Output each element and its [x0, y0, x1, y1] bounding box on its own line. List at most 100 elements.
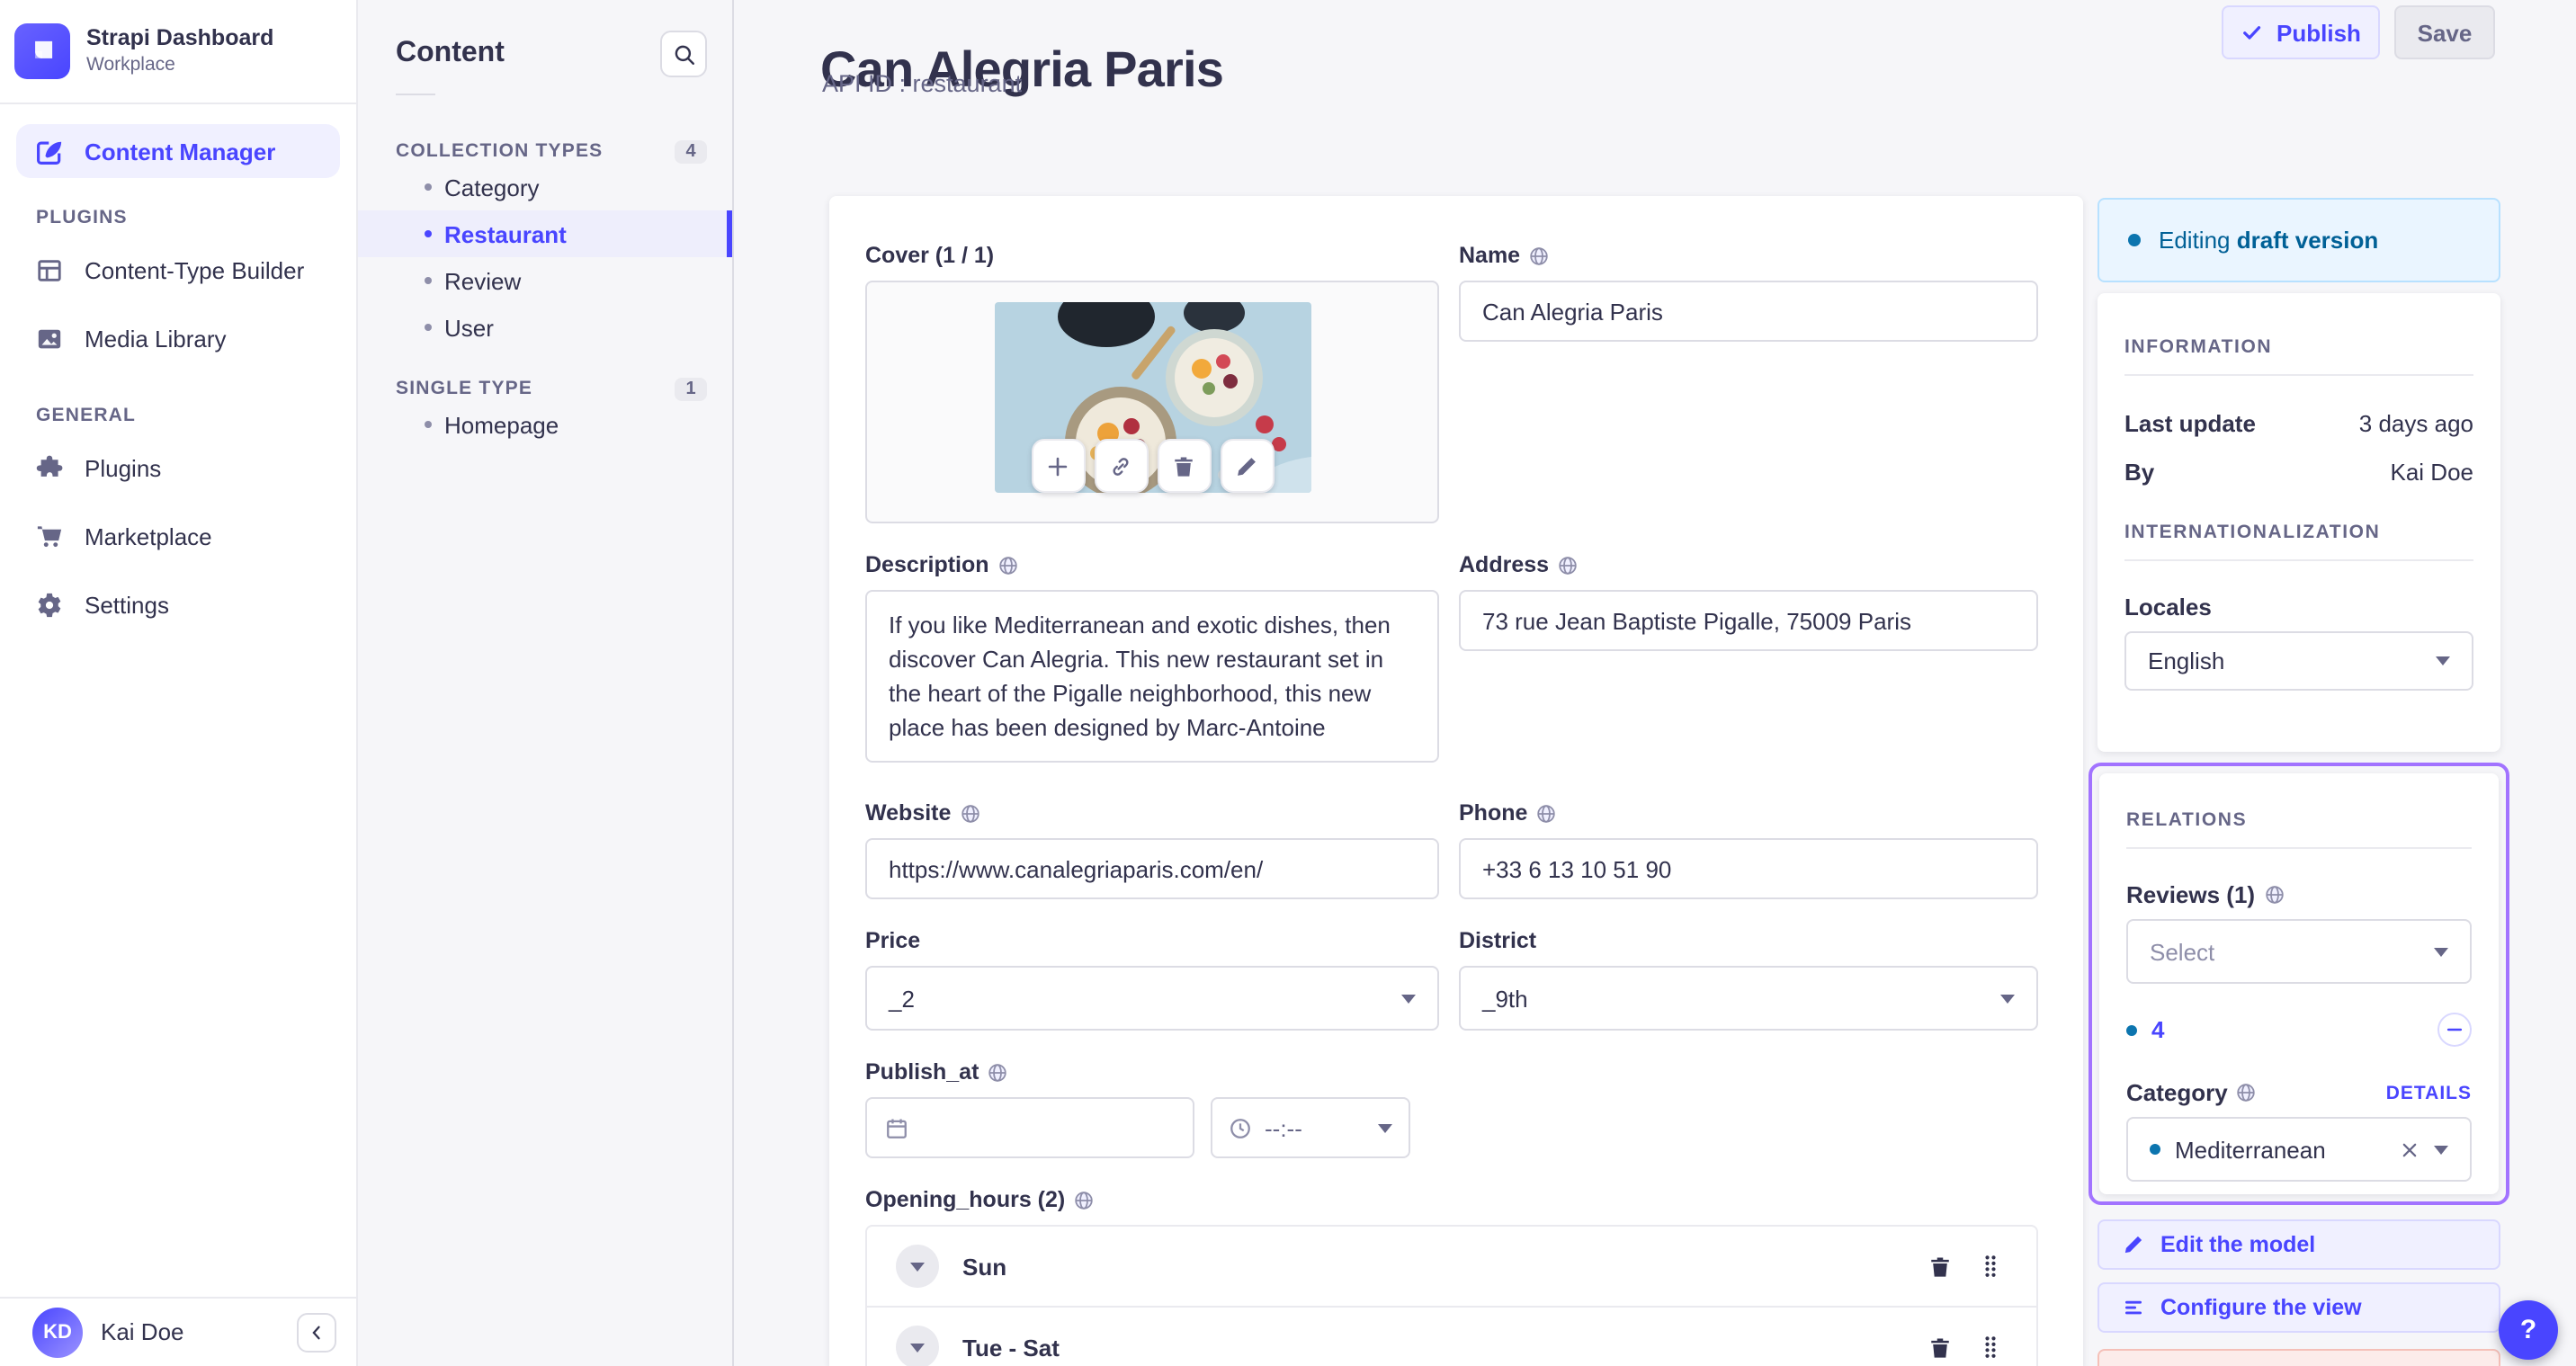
- globe-icon: [2237, 1083, 2257, 1103]
- publish-label: Publish: [2276, 19, 2361, 46]
- relations-card: RELATIONS Reviews (1) Select 4 Category …: [2099, 773, 2499, 1194]
- drag-handle-icon[interactable]: [1982, 1335, 1999, 1360]
- cover-actions: [1031, 439, 1274, 493]
- delete-row-button[interactable]: [1928, 1335, 1952, 1359]
- save-label: Save: [2417, 19, 2473, 46]
- status-prefix: Editing: [2159, 227, 2231, 254]
- subnav-item-label: Homepage: [444, 411, 559, 438]
- expand-row-button[interactable]: [896, 1245, 939, 1288]
- description-textarea[interactable]: If you like Mediterranean and exotic dis…: [865, 590, 1439, 763]
- workspace-name: Workplace: [86, 54, 175, 76]
- globe-icon: [1536, 803, 1556, 823]
- sidebar-item-marketplace[interactable]: Marketplace: [16, 509, 340, 563]
- workspace-switcher[interactable]: Strapi Dashboard Workplace: [0, 0, 356, 104]
- subnav-item-homepage[interactable]: Homepage: [358, 401, 732, 448]
- strapi-logo-icon: [14, 23, 70, 79]
- subnav-title: Content: [396, 38, 505, 68]
- globe-icon: [1074, 1190, 1094, 1210]
- opening-hours-row-tue-sat[interactable]: Tue - Sat: [867, 1306, 2036, 1366]
- district-label: District: [1459, 928, 1537, 953]
- subnav-item-label: Review: [444, 267, 522, 294]
- publish-button[interactable]: Publish: [2222, 5, 2380, 59]
- cart-icon: [36, 522, 63, 549]
- cover-field: Cover (1 / 1): [865, 243, 1439, 523]
- copy-link-button[interactable]: [1094, 439, 1148, 493]
- publish-at-date-input[interactable]: [865, 1097, 1194, 1158]
- price-label: Price: [865, 928, 921, 953]
- help-button[interactable]: ?: [2499, 1300, 2558, 1360]
- address-input[interactable]: [1459, 590, 2038, 651]
- publish-at-time-input[interactable]: --:--: [1211, 1097, 1410, 1158]
- publish-at-label: Publish_at: [865, 1059, 979, 1085]
- description-field: Description If you like Mediterranean an…: [865, 552, 1439, 772]
- category-select[interactable]: Mediterranean: [2126, 1117, 2472, 1182]
- subnav-item-category[interactable]: Category: [358, 164, 732, 210]
- configure-view-label: Configure the view: [2160, 1295, 2362, 1320]
- sidebar-item-content-manager[interactable]: Content Manager: [16, 124, 340, 178]
- edit-media-button[interactable]: [1220, 439, 1274, 493]
- website-input[interactable]: [865, 838, 1439, 899]
- sidebar-item-label: Content Manager: [85, 138, 276, 165]
- collection-types-heading: COLLECTION TYPES: [396, 140, 604, 162]
- pencil-icon: [1235, 454, 1258, 478]
- relations-highlight-outline: RELATIONS Reviews (1) Select 4 Category …: [2089, 763, 2509, 1205]
- collection-types-list: Category Restaurant Review User: [358, 164, 732, 351]
- sidebar-item-settings[interactable]: Settings: [16, 577, 340, 631]
- avatar[interactable]: KD: [32, 1307, 83, 1358]
- collapse-sidebar-button[interactable]: [297, 1312, 336, 1353]
- name-label: Name: [1459, 243, 1521, 268]
- district-select[interactable]: _9th: [1459, 966, 2038, 1031]
- remove-relation-button[interactable]: [2437, 1013, 2472, 1047]
- category-label: Category: [2126, 1079, 2228, 1106]
- globe-icon: [998, 555, 1018, 575]
- search-button[interactable]: [660, 31, 707, 77]
- calendar-icon: [885, 1116, 908, 1139]
- category-value: Mediterranean: [2175, 1136, 2326, 1163]
- subnav-item-user[interactable]: User: [358, 304, 732, 351]
- price-select[interactable]: _2: [865, 966, 1439, 1031]
- drag-handle-icon[interactable]: [1982, 1254, 1999, 1279]
- save-button[interactable]: Save: [2394, 5, 2495, 59]
- sidebar-item-label: Content-Type Builder: [85, 256, 305, 283]
- phone-input[interactable]: [1459, 838, 2038, 899]
- subnav-item-restaurant[interactable]: Restaurant: [358, 210, 732, 257]
- opening-hours-row-sun[interactable]: Sun: [867, 1227, 2036, 1306]
- edit-model-button[interactable]: Edit the model: [2097, 1219, 2500, 1270]
- name-input[interactable]: [1459, 281, 2038, 342]
- edit-model-label: Edit the model: [2160, 1232, 2316, 1257]
- chevron-down-icon: [910, 1262, 925, 1271]
- sidebar-item-content-type-builder[interactable]: Content-Type Builder: [16, 243, 340, 297]
- sidebar-item-media-library[interactable]: Media Library: [16, 311, 340, 365]
- single-type-count-badge: 1: [675, 377, 707, 400]
- time-placeholder: --:--: [1265, 1114, 1302, 1141]
- review-relation-link[interactable]: 4: [2151, 1016, 2164, 1043]
- subnav-item-review[interactable]: Review: [358, 257, 732, 304]
- sidebar-section-general: GENERAL: [36, 405, 137, 426]
- globe-icon: [960, 803, 979, 823]
- list-settings-icon: [2123, 1297, 2144, 1318]
- i18n-heading: INTERNATIONALIZATION: [2124, 522, 2381, 543]
- configure-view-button[interactable]: Configure the view: [2097, 1282, 2500, 1333]
- link-icon: [1109, 454, 1132, 478]
- sidebar-nav: Content Manager PLUGINS Content-Type Bui…: [0, 104, 356, 631]
- delete-entry-button-partial[interactable]: [2097, 1349, 2500, 1366]
- cover-label: Cover (1 / 1): [865, 243, 995, 268]
- price-value: _2: [889, 985, 915, 1012]
- clear-category-button[interactable]: [2400, 1139, 2419, 1159]
- by-label: By: [2124, 459, 2155, 486]
- chevron-down-icon: [910, 1343, 925, 1352]
- sidebar-item-label: Media Library: [85, 325, 227, 352]
- sidebar-item-plugins[interactable]: Plugins: [16, 441, 340, 495]
- details-link[interactable]: DETAILS: [2386, 1082, 2472, 1103]
- meta-panel: Editing draft version INFORMATION Last u…: [2089, 198, 2509, 1366]
- delete-media-button[interactable]: [1157, 439, 1211, 493]
- picture-icon: [36, 325, 63, 352]
- locales-select[interactable]: English: [2124, 631, 2473, 691]
- subnav-item-label: Restaurant: [444, 220, 567, 247]
- add-media-button[interactable]: [1031, 439, 1085, 493]
- reviews-select[interactable]: Select: [2126, 919, 2472, 984]
- delete-row-button[interactable]: [1928, 1254, 1952, 1278]
- information-card: INFORMATION Last update 3 days ago By Ka…: [2097, 293, 2500, 752]
- trash-icon: [1928, 1254, 1952, 1278]
- expand-row-button[interactable]: [896, 1326, 939, 1366]
